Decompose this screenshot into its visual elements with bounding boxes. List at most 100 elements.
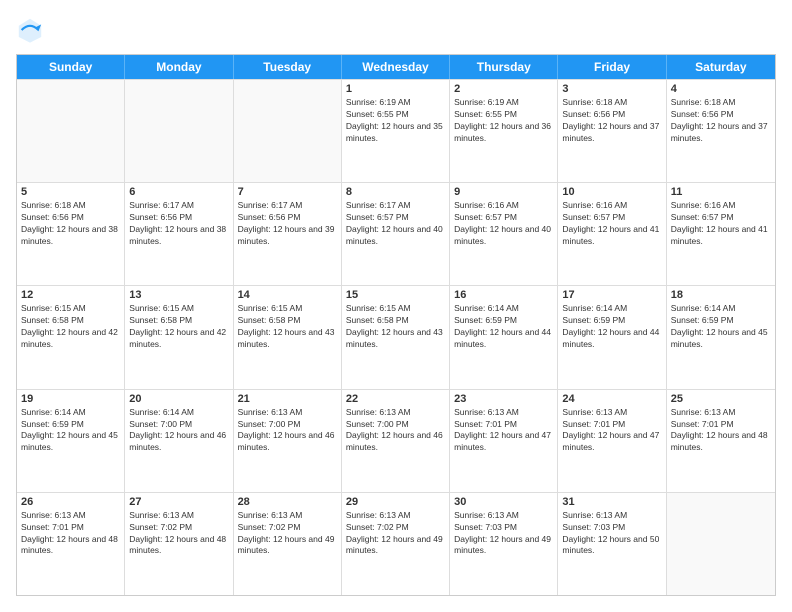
header-day-tuesday: Tuesday — [234, 55, 342, 79]
logo-icon — [16, 16, 44, 44]
day-number: 9 — [454, 186, 553, 198]
day-info: Sunrise: 6:18 AMSunset: 6:56 PMDaylight:… — [21, 200, 120, 248]
day-number: 14 — [238, 289, 337, 301]
day-number: 7 — [238, 186, 337, 198]
day-info: Sunrise: 6:16 AMSunset: 6:57 PMDaylight:… — [454, 200, 553, 248]
day-info: Sunrise: 6:13 AMSunset: 7:01 PMDaylight:… — [562, 407, 661, 455]
calendar-week-1: 1 Sunrise: 6:19 AMSunset: 6:55 PMDaylight… — [17, 79, 775, 182]
day-number: 24 — [562, 393, 661, 405]
day-cell-14: 14 Sunrise: 6:15 AMSunset: 6:58 PMDayligh… — [234, 286, 342, 388]
day-info: Sunrise: 6:13 AMSunset: 7:02 PMDaylight:… — [346, 510, 445, 558]
day-info: Sunrise: 6:17 AMSunset: 6:56 PMDaylight:… — [238, 200, 337, 248]
day-info: Sunrise: 6:14 AMSunset: 7:00 PMDaylight:… — [129, 407, 228, 455]
header-day-saturday: Saturday — [667, 55, 775, 79]
day-cell-15: 15 Sunrise: 6:15 AMSunset: 6:58 PMDayligh… — [342, 286, 450, 388]
header-day-sunday: Sunday — [17, 55, 125, 79]
day-number: 1 — [346, 83, 445, 95]
day-cell-7: 7 Sunrise: 6:17 AMSunset: 6:56 PMDaylight… — [234, 183, 342, 285]
day-cell-1: 1Sunrise: 6:19 AMSunset: 6:55 PMDaylight… — [342, 80, 450, 182]
calendar-week-5: 26 Sunrise: 6:13 AMSunset: 7:01 PMDayligh… — [17, 492, 775, 595]
day-cell-18: 18 Sunrise: 6:14 AMSunset: 6:59 PMDayligh… — [667, 286, 775, 388]
day-cell-16: 16Sunrise: 6:14 AMSunset: 6:59 PMDayligh… — [450, 286, 558, 388]
empty-cell — [125, 80, 233, 182]
calendar-week-3: 12Sunrise: 6:15 AMSunset: 6:58 PMDayligh… — [17, 285, 775, 388]
day-number: 11 — [671, 186, 771, 198]
day-info: Sunrise: 6:16 AMSunset: 6:57 PMDaylight:… — [562, 200, 661, 248]
day-number: 28 — [238, 496, 337, 508]
empty-cell — [234, 80, 342, 182]
day-info: Sunrise: 6:14 AMSunset: 6:59 PMDaylight:… — [454, 303, 553, 351]
day-cell-26: 26 Sunrise: 6:13 AMSunset: 7:01 PMDayligh… — [17, 493, 125, 595]
day-number: 15 — [346, 289, 445, 301]
day-number: 30 — [454, 496, 553, 508]
day-number: 5 — [21, 186, 120, 198]
calendar-week-2: 5 Sunrise: 6:18 AMSunset: 6:56 PMDaylight… — [17, 182, 775, 285]
day-number: 25 — [671, 393, 771, 405]
day-info: Sunrise: 6:18 AMSunset: 6:56 PMDaylight:… — [562, 97, 661, 145]
day-cell-11: 11 Sunrise: 6:16 AMSunset: 6:57 PMDayligh… — [667, 183, 775, 285]
day-info: Sunrise: 6:14 AMSunset: 6:59 PMDaylight:… — [562, 303, 661, 351]
day-number: 20 — [129, 393, 228, 405]
day-number: 19 — [21, 393, 120, 405]
day-info: Sunrise: 6:16 AMSunset: 6:57 PMDaylight:… — [671, 200, 771, 248]
day-info: Sunrise: 6:13 AMSunset: 7:00 PMDaylight:… — [346, 407, 445, 455]
day-number: 31 — [562, 496, 661, 508]
empty-cell — [667, 493, 775, 595]
day-cell-12: 12Sunrise: 6:15 AMSunset: 6:58 PMDayligh… — [17, 286, 125, 388]
day-cell-21: 21Sunrise: 6:13 AMSunset: 7:00 PMDayligh… — [234, 390, 342, 492]
day-number: 22 — [346, 393, 445, 405]
day-info: Sunrise: 6:17 AMSunset: 6:56 PMDaylight:… — [129, 200, 228, 248]
day-info: Sunrise: 6:15 AMSunset: 6:58 PMDaylight:… — [21, 303, 120, 351]
day-number: 26 — [21, 496, 120, 508]
day-cell-27: 27Sunrise: 6:13 AMSunset: 7:02 PMDayligh… — [125, 493, 233, 595]
calendar-week-4: 19 Sunrise: 6:14 AMSunset: 6:59 PMDayligh… — [17, 389, 775, 492]
day-cell-8: 8 Sunrise: 6:17 AMSunset: 6:57 PMDaylight… — [342, 183, 450, 285]
day-info: Sunrise: 6:15 AMSunset: 6:58 PMDaylight:… — [129, 303, 228, 351]
day-cell-23: 23Sunrise: 6:13 AMSunset: 7:01 PMDayligh… — [450, 390, 558, 492]
day-cell-25: 25Sunrise: 6:13 AMSunset: 7:01 PMDayligh… — [667, 390, 775, 492]
day-cell-31: 31Sunrise: 6:13 AMSunset: 7:03 PMDayligh… — [558, 493, 666, 595]
day-info: Sunrise: 6:13 AMSunset: 7:02 PMDaylight:… — [238, 510, 337, 558]
day-number: 23 — [454, 393, 553, 405]
day-number: 10 — [562, 186, 661, 198]
calendar-body: 1 Sunrise: 6:19 AMSunset: 6:55 PMDaylight… — [17, 79, 775, 595]
day-number: 18 — [671, 289, 771, 301]
day-info: Sunrise: 6:19 AMSunset: 6:55 PMDaylight:… — [454, 97, 553, 145]
day-number: 29 — [346, 496, 445, 508]
day-cell-19: 19 Sunrise: 6:14 AMSunset: 6:59 PMDayligh… — [17, 390, 125, 492]
day-number: 6 — [129, 186, 228, 198]
day-info: Sunrise: 6:15 AMSunset: 6:58 PMDaylight:… — [238, 303, 337, 351]
header-day-friday: Friday — [558, 55, 666, 79]
day-cell-29: 29 Sunrise: 6:13 AMSunset: 7:02 PMDayligh… — [342, 493, 450, 595]
day-cell-28: 28 Sunrise: 6:13 AMSunset: 7:02 PMDayligh… — [234, 493, 342, 595]
day-number: 17 — [562, 289, 661, 301]
day-number: 13 — [129, 289, 228, 301]
day-number: 21 — [238, 393, 337, 405]
day-number: 4 — [671, 83, 771, 95]
day-cell-22: 22 Sunrise: 6:13 AMSunset: 7:00 PMDayligh… — [342, 390, 450, 492]
day-number: 2 — [454, 83, 553, 95]
calendar-header: SundayMondayTuesdayWednesdayThursdayFrid… — [17, 55, 775, 79]
day-number: 3 — [562, 83, 661, 95]
day-info: Sunrise: 6:14 AMSunset: 6:59 PMDaylight:… — [671, 303, 771, 351]
day-number: 27 — [129, 496, 228, 508]
day-info: Sunrise: 6:13 AMSunset: 7:01 PMDaylight:… — [21, 510, 120, 558]
day-info: Sunrise: 6:14 AMSunset: 6:59 PMDaylight:… — [21, 407, 120, 455]
day-cell-9: 9 Sunrise: 6:16 AMSunset: 6:57 PMDaylight… — [450, 183, 558, 285]
day-cell-3: 3 Sunrise: 6:18 AMSunset: 6:56 PMDaylight… — [558, 80, 666, 182]
logo — [16, 16, 48, 44]
day-number: 8 — [346, 186, 445, 198]
calendar: SundayMondayTuesdayWednesdayThursdayFrid… — [16, 54, 776, 596]
day-info: Sunrise: 6:15 AMSunset: 6:58 PMDaylight:… — [346, 303, 445, 351]
day-cell-20: 20 Sunrise: 6:14 AMSunset: 7:00 PMDayligh… — [125, 390, 233, 492]
day-cell-4: 4 Sunrise: 6:18 AMSunset: 6:56 PMDaylight… — [667, 80, 775, 182]
page: SundayMondayTuesdayWednesdayThursdayFrid… — [0, 0, 792, 612]
day-info: Sunrise: 6:13 AMSunset: 7:03 PMDaylight:… — [454, 510, 553, 558]
day-cell-5: 5 Sunrise: 6:18 AMSunset: 6:56 PMDaylight… — [17, 183, 125, 285]
empty-cell — [17, 80, 125, 182]
day-info: Sunrise: 6:18 AMSunset: 6:56 PMDaylight:… — [671, 97, 771, 145]
day-cell-6: 6 Sunrise: 6:17 AMSunset: 6:56 PMDaylight… — [125, 183, 233, 285]
day-info: Sunrise: 6:17 AMSunset: 6:57 PMDaylight:… — [346, 200, 445, 248]
day-cell-2: 2 Sunrise: 6:19 AMSunset: 6:55 PMDaylight… — [450, 80, 558, 182]
header — [16, 16, 776, 44]
